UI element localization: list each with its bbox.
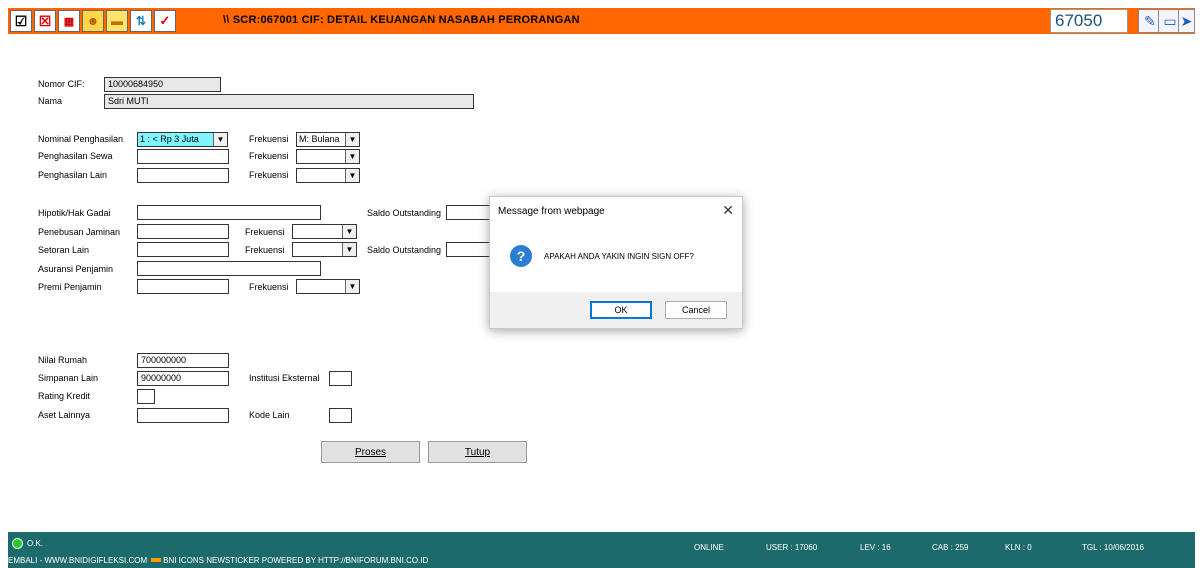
kode-lain-field[interactable] — [329, 408, 352, 423]
saldo-outstanding-label-2: Saldo Outstanding — [367, 245, 442, 255]
nilai-rumah-label: Nilai Rumah — [38, 355, 88, 365]
hipotik-field[interactable] — [137, 205, 321, 220]
app-window: ☑ ☒ ▦ ☻ ▬ ⇅ ✓ \\ SCR:067001 CIF: DETAIL … — [0, 0, 1203, 568]
saldo-outstanding-label-1: Saldo Outstanding — [367, 208, 442, 218]
ok-button[interactable]: OK — [590, 301, 652, 319]
page-title: \\ SCR:067001 CIF: DETAIL KEUANGAN NASAB… — [223, 14, 580, 26]
penghasilan-sewa-label: Penghasilan Sewa — [38, 151, 113, 161]
status-bar: O.K. ONLINE USER : 17060 LEV : 16 CAB : … — [8, 532, 1195, 568]
saldo-outstanding-field-2[interactable] — [446, 242, 490, 257]
frekuensi-label-4: Frekuensi — [245, 227, 285, 237]
nama-label: Nama — [38, 96, 63, 106]
chevron-down-icon: ▼ — [213, 133, 227, 146]
close-red-icon[interactable]: ☒ — [34, 10, 56, 32]
aset-lainnya-label: Aset Lainnya — [38, 410, 91, 420]
nominal-penghasilan-select[interactable]: 1 : < Rp 3 Juta ▼ — [137, 132, 228, 147]
kode-lain-label: Kode Lain — [249, 410, 290, 420]
status-tgl: TGL : 10/06/2016 — [1082, 543, 1144, 552]
chevron-down-icon: ▼ — [342, 243, 356, 256]
top-toolbar: ☑ ☒ ▦ ☻ ▬ ⇅ ✓ \\ SCR:067001 CIF: DETAIL … — [8, 8, 1195, 34]
people-icon[interactable]: ☻ — [82, 10, 104, 32]
question-icon: ? — [510, 245, 532, 267]
arrow-icon[interactable]: ➤ — [1178, 9, 1195, 33]
institusi-eksternal-field[interactable] — [329, 371, 352, 386]
status-ok-icon — [12, 538, 23, 549]
chevron-down-icon: ▼ — [345, 150, 359, 163]
frekuensi-select-3[interactable]: ▼ — [296, 168, 360, 183]
frekuensi-select-4[interactable]: ▼ — [292, 224, 357, 239]
hipotik-label: Hipotik/Hak Gadai — [38, 208, 111, 218]
institusi-eksternal-label: Institusi Eksternal — [249, 373, 320, 383]
close-icon[interactable]: ✕ — [722, 202, 734, 219]
aset-lainnya-field[interactable] — [137, 408, 229, 423]
confirm-dialog: Message from webpage ✕ ? APAKAH ANDA YAK… — [489, 196, 743, 329]
frekuensi-select-6[interactable]: ▼ — [296, 279, 360, 294]
simpanan-lain-field[interactable]: 90000000 — [137, 371, 229, 386]
status-ok-text: O.K. — [27, 539, 44, 548]
penebusan-jaminan-field[interactable] — [137, 224, 229, 239]
status-kln: KLN : 0 — [1005, 543, 1032, 552]
chevron-down-icon: ▼ — [345, 133, 359, 146]
ticker-text-left: EMBALI - WWW.BNIDIGIFLEKSI.COM — [8, 556, 148, 565]
chart-icon[interactable]: ✓ — [154, 10, 176, 32]
ticker-text-right: BNI ICONS NEWSTICKER POWERED BY HTTP://B… — [163, 556, 429, 565]
screen-code-field[interactable]: 67050 — [1050, 9, 1128, 33]
chevron-down-icon: ▼ — [345, 280, 359, 293]
nomor-cif-label: Nomor CIF: — [38, 79, 85, 89]
premi-penjamin-label: Premi Penjamin — [38, 282, 102, 292]
news-ticker[interactable]: EMBALI - WWW.BNIDIGIFLEKSI.COM BNI ICONS … — [8, 556, 428, 565]
status-online: ONLINE — [694, 543, 724, 552]
frekuensi-select-1[interactable]: M: Bulana ▼ — [296, 132, 360, 147]
frekuensi-label-6: Frekuensi — [249, 282, 289, 292]
chevron-down-icon: ▼ — [342, 225, 356, 238]
frekuensi-label-3: Frekuensi — [249, 170, 289, 180]
cancel-button[interactable]: Cancel — [665, 301, 727, 319]
setoran-lain-field[interactable] — [137, 242, 229, 257]
setoran-lain-label: Setoran Lain — [38, 245, 90, 255]
calendar-icon[interactable]: ▦ — [58, 10, 80, 32]
bni-logo-icon — [151, 558, 162, 563]
dialog-title: Message from webpage — [498, 206, 605, 217]
penebusan-jaminan-label: Penebusan Jaminan — [38, 227, 121, 237]
dialog-message: APAKAH ANDA YAKIN INGIN SIGN OFF? — [544, 252, 694, 261]
frekuensi-label-1: Frekuensi — [249, 134, 289, 144]
nilai-rumah-field[interactable]: 700000000 — [137, 353, 229, 368]
asuransi-penjamin-label: Asuransi Penjamin — [38, 264, 114, 274]
simpanan-lain-label: Simpanan Lain — [38, 373, 99, 383]
status-lev: LEV : 16 — [860, 543, 891, 552]
status-cab: CAB : 259 — [932, 543, 969, 552]
penghasilan-lain-label: Penghasilan Lain — [38, 170, 108, 180]
proses-button[interactable]: Proses — [321, 441, 420, 463]
card-icon[interactable]: ▬ — [106, 10, 128, 32]
asuransi-penjamin-field[interactable] — [137, 261, 321, 276]
tutup-button[interactable]: Tutup — [428, 441, 527, 463]
chevron-down-icon: ▼ — [345, 169, 359, 182]
saldo-outstanding-field-1[interactable] — [446, 205, 490, 220]
tree-icon[interactable]: ⇅ — [130, 10, 152, 32]
premi-penjamin-field[interactable] — [137, 279, 229, 294]
rating-kredit-field[interactable] — [137, 389, 155, 404]
nominal-penghasilan-label: Nominal Penghasilan — [38, 134, 124, 144]
rating-kredit-label: Rating Kredit — [38, 391, 91, 401]
frekuensi-select-5[interactable]: ▼ — [292, 242, 357, 257]
frekuensi-select-2[interactable]: ▼ — [296, 149, 360, 164]
frekuensi-label-5: Frekuensi — [245, 245, 285, 255]
frekuensi-label-2: Frekuensi — [249, 151, 289, 161]
penghasilan-lain-field[interactable] — [137, 168, 229, 183]
penghasilan-sewa-field[interactable] — [137, 149, 229, 164]
nomor-cif-field[interactable]: 10000684950 — [104, 77, 221, 92]
nama-field[interactable]: Sdri MUTI — [104, 94, 474, 109]
checkbox-icon[interactable]: ☑ — [10, 10, 32, 32]
status-user: USER : 17060 — [766, 543, 818, 552]
dialog-footer: OK Cancel — [490, 292, 742, 328]
